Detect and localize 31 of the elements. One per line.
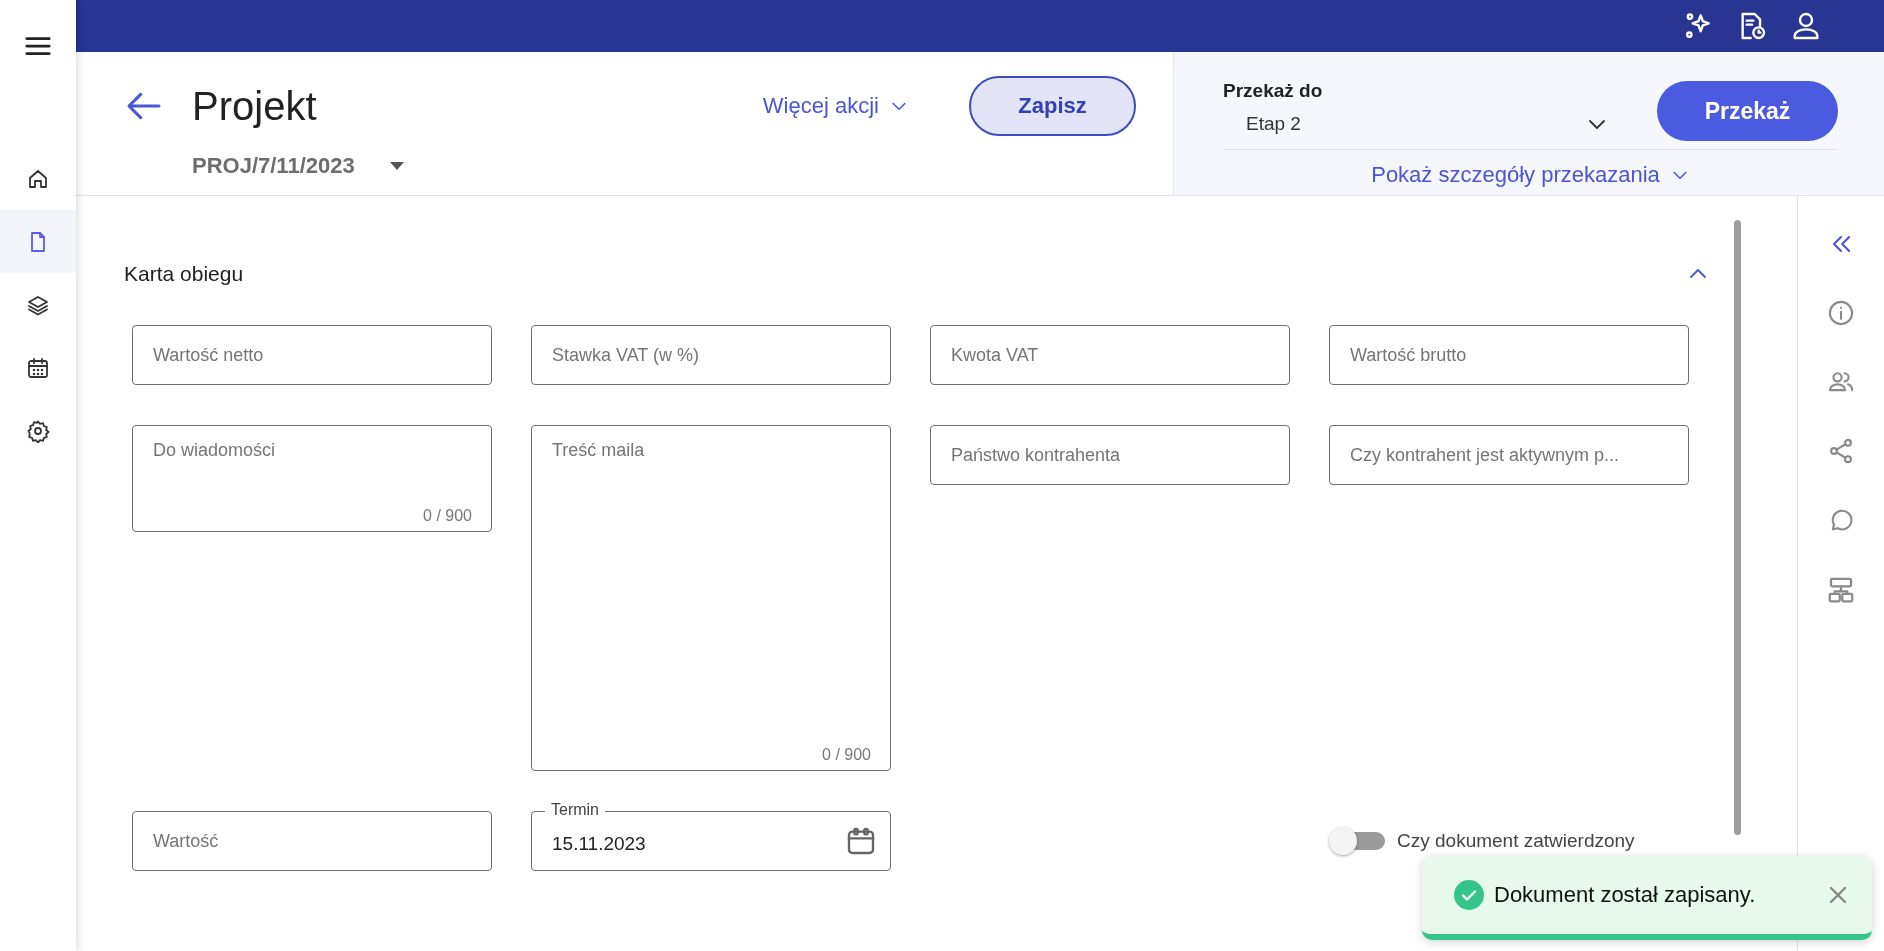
toggle-switch[interactable] <box>1329 826 1385 856</box>
hierarchy-icon[interactable] <box>1826 575 1856 605</box>
text-field[interactable]: Wartość brutto <box>1329 325 1689 385</box>
transfer-details-link[interactable]: Pokaż szczegóły przekazania <box>1371 160 1690 190</box>
calendar-icon[interactable] <box>26 355 50 380</box>
caret-icon[interactable] <box>389 162 404 170</box>
transfer-label: Przekaż do <box>1223 79 1324 103</box>
toast-message: Dokument został zapisany. <box>1494 882 1757 908</box>
scrollbar[interactable] <box>1734 220 1741 835</box>
stage-dropdown[interactable]: Etap 2 <box>1223 104 1617 144</box>
settings-icon[interactable] <box>26 418 50 443</box>
text-field[interactable]: Stawka VAT (w %) <box>531 325 891 385</box>
character-counter: 0 / 900 <box>822 745 871 765</box>
user-icon[interactable] <box>1790 10 1822 42</box>
document-number: PROJ/7/11/2023 <box>192 152 355 180</box>
info-icon[interactable] <box>1827 299 1855 327</box>
text-field[interactable]: Kwota VAT <box>930 325 1290 385</box>
text-field[interactable]: Wartość netto <box>132 325 492 385</box>
check-circle-icon <box>1454 880 1484 910</box>
page-title: Projekt <box>192 83 318 130</box>
transfer-button[interactable]: Przekaż <box>1657 81 1838 141</box>
toggle-label: Czy dokument zatwierdzony <box>1397 830 1635 852</box>
calendar-icon[interactable] <box>845 825 877 857</box>
text-field[interactable]: Wartość <box>132 811 492 871</box>
save-button[interactable]: Zapisz <box>969 76 1136 136</box>
more-actions-link[interactable]: Więcej akcji <box>762 93 909 119</box>
character-counter: 0 / 900 <box>423 506 472 526</box>
section-title: Karta obiegu <box>124 262 244 286</box>
text-field[interactable]: Czy kontrahent jest aktywnym p... <box>1329 425 1689 485</box>
share-icon[interactable] <box>1827 437 1855 465</box>
text-field[interactable]: Państwo kontrahenta <box>930 425 1290 485</box>
